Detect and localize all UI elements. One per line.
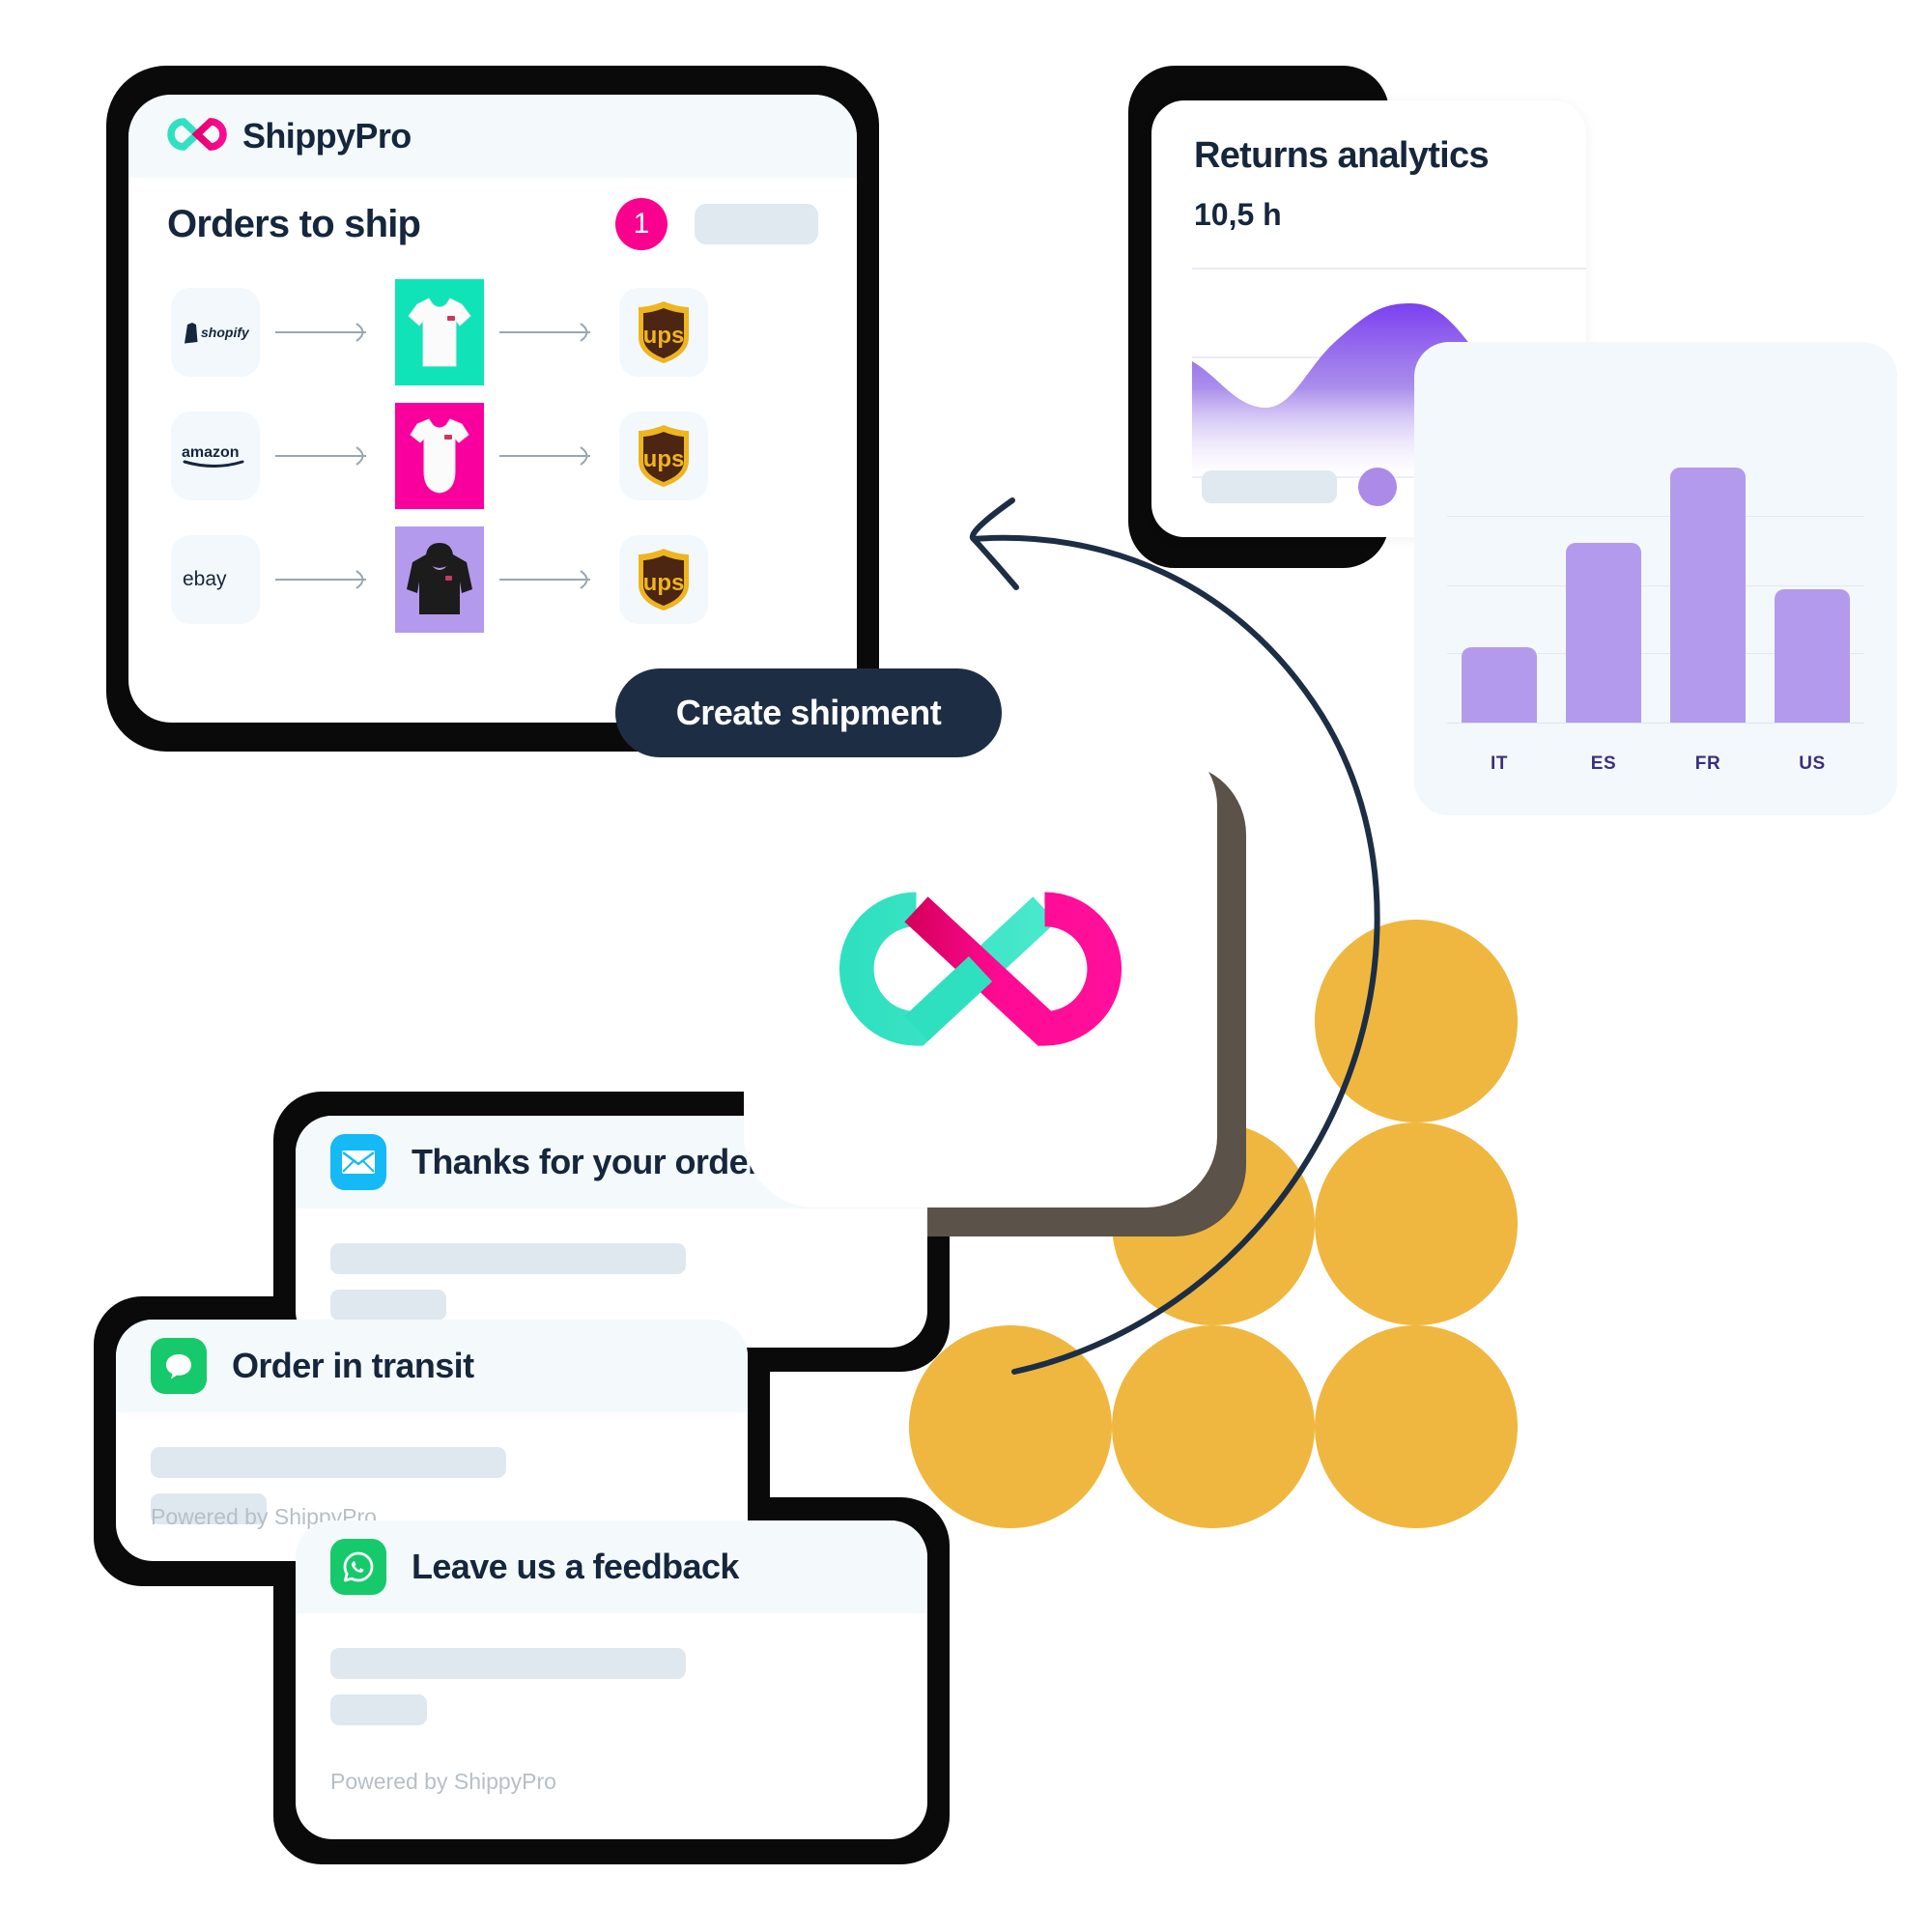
flow-arrow-icon [275,446,366,466]
placeholder-line [151,1447,506,1478]
decor-dot [909,1325,1112,1528]
bar-it [1462,647,1537,723]
flow-arrow-icon [275,323,366,342]
bar-chart-axis-labels: IT ES FR US [1447,753,1864,775]
shopify-icon: shopify [171,288,260,377]
orders-card-topbar: ShippyPro [128,95,857,178]
brand-name: ShippyPro [242,116,412,156]
axis-tick-label: ES [1590,753,1617,774]
notification-header: Leave us a feedback [296,1520,927,1613]
decor-dot [1315,1122,1518,1325]
create-shipment-button[interactable]: Create shipment [615,668,1002,757]
ups-icon: ups [619,535,708,624]
notification-body [296,1208,927,1321]
decor-dot [1315,920,1518,1122]
bar-chart-plot [1447,433,1864,723]
returns-title: Returns analytics [1194,135,1490,176]
svg-text:shopify: shopify [201,325,249,340]
bar-column [1551,433,1656,723]
product-thumbnail [395,279,484,385]
bar-column [1760,433,1864,723]
orders-to-ship-card: ShippyPro Orders to ship 1 shopify ups a… [128,95,857,723]
flow-arrow-icon [275,570,366,589]
svg-text:ups: ups [643,323,685,349]
placeholder-line [330,1290,446,1321]
flow-arrow-icon [499,323,590,342]
sms-icon [151,1338,207,1394]
country-returns-bar-card: IT ES FR US [1414,342,1897,815]
notification-card: Leave us a feedback Powered by ShippyPro [296,1520,927,1839]
notification-title: Leave us a feedback [412,1547,739,1586]
returns-card-controls [1202,468,1397,506]
bar-column [1447,433,1551,723]
placeholder-line [330,1694,427,1725]
decor-dot [1112,1325,1315,1528]
page-title: Orders to ship [167,202,421,245]
bar-column [1656,433,1760,723]
axis-tick-label: IT [1490,753,1509,774]
axis-tick-label: FR [1694,753,1721,774]
product-thumbnail [395,526,484,633]
svg-text:ups: ups [643,446,685,472]
whatsapp-icon [330,1539,386,1595]
axis-line [1447,723,1864,724]
shippypro-infinity-logo [167,115,227,158]
svg-text:ebay: ebay [183,568,227,590]
notification-body [296,1613,927,1725]
orders-card-header: Orders to ship 1 [128,178,857,270]
email-icon [330,1134,386,1190]
shippypro-infinity-logo [836,877,1125,1065]
flow-arrow-icon [499,446,590,466]
placeholder-bar [695,204,818,244]
notification-title: Thanks for your order [412,1142,761,1181]
shippypro-logo-card [744,734,1217,1208]
orders-list: shopify ups amazon ups ebay ups [128,270,857,641]
toggle-dot[interactable] [1358,468,1397,506]
product-thumbnail [395,403,484,509]
bar-us [1775,589,1850,723]
powered-by-label: Powered by ShippyPro [330,1769,556,1794]
axis-tick-label: US [1799,753,1826,774]
table-row[interactable]: shopify ups [128,270,857,394]
placeholder-line [330,1243,686,1274]
table-row[interactable]: ebay ups [128,518,857,641]
illustration-stage: ShippyPro Orders to ship 1 shopify ups a… [0,0,1932,1932]
create-shipment-label: Create shipment [675,693,942,732]
amazon-icon: amazon [171,412,260,500]
table-row[interactable]: amazon ups [128,394,857,518]
notification-title: Order in transit [232,1346,474,1385]
notification-header: Order in transit [116,1320,748,1412]
placeholder-bar [1202,470,1337,503]
svg-text:ups: ups [643,570,685,596]
status-badge: 1 [615,198,668,250]
bar-fr [1670,468,1746,723]
ups-icon: ups [619,412,708,500]
ebay-icon: ebay [171,535,260,624]
returns-value: 10,5 h [1194,197,1282,232]
ups-icon: ups [619,288,708,377]
decor-dot [1315,1325,1518,1528]
placeholder-line [330,1648,686,1679]
flow-arrow-icon [499,570,590,589]
svg-text:amazon: amazon [182,444,240,461]
bar-es [1566,543,1641,723]
